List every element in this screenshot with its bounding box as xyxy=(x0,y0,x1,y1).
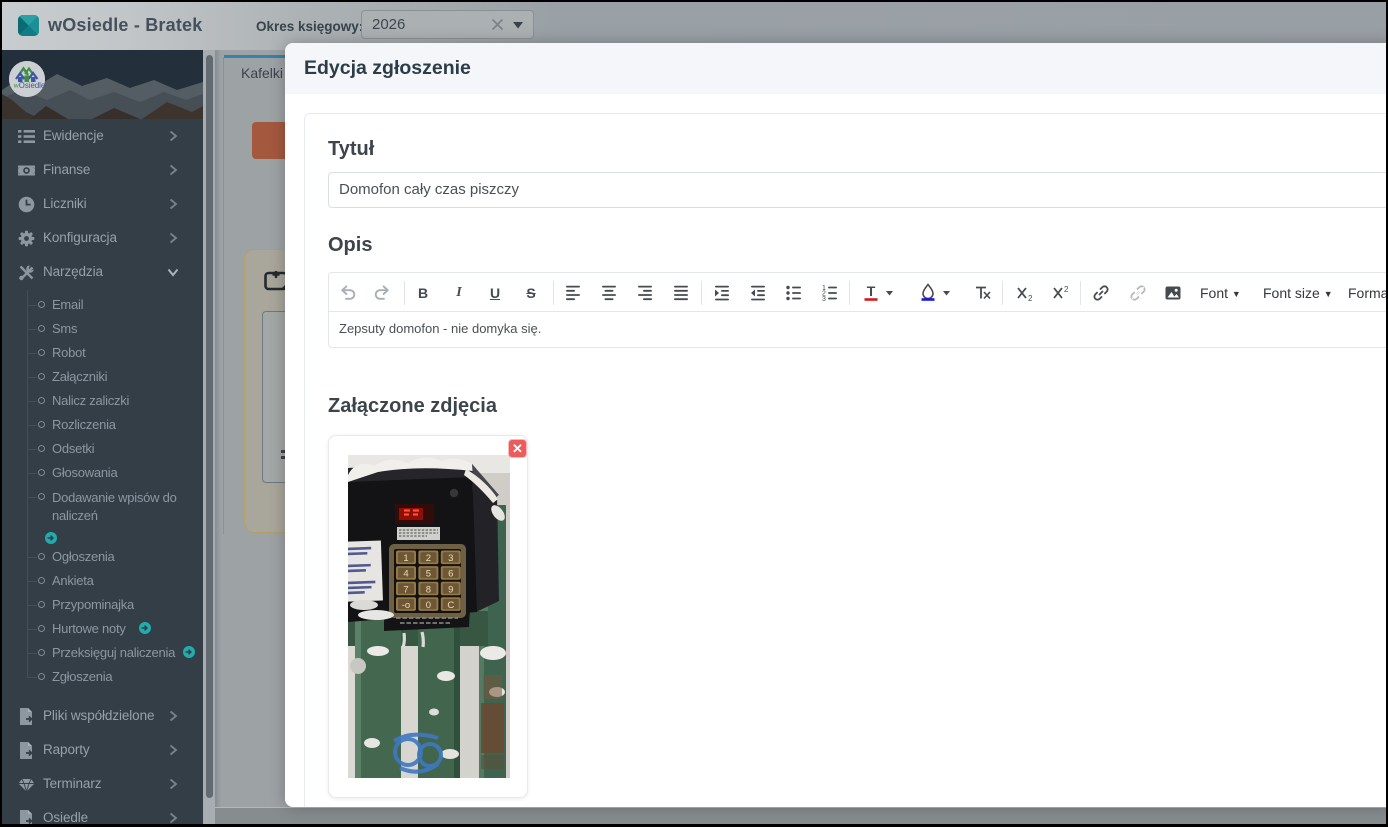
svg-text:3: 3 xyxy=(822,296,826,303)
svg-text:1: 1 xyxy=(403,553,408,564)
svg-text:8: 8 xyxy=(426,584,431,595)
svg-text:2: 2 xyxy=(1064,285,1069,294)
svg-text:-o: -o xyxy=(402,600,410,611)
svg-text:C: C xyxy=(447,600,454,611)
svg-text:4: 4 xyxy=(403,569,408,580)
svg-text:3: 3 xyxy=(448,553,453,564)
svg-text:6: 6 xyxy=(448,569,453,580)
svg-text:2: 2 xyxy=(1028,294,1033,303)
svg-text:T: T xyxy=(867,283,876,299)
svg-text:0: 0 xyxy=(426,600,431,611)
svg-text:2: 2 xyxy=(426,553,431,564)
svg-text:7: 7 xyxy=(403,584,408,595)
svg-text:5: 5 xyxy=(426,569,431,580)
svg-text:9: 9 xyxy=(448,584,453,595)
svg-text:Osiedle: Osiedle xyxy=(19,81,45,90)
